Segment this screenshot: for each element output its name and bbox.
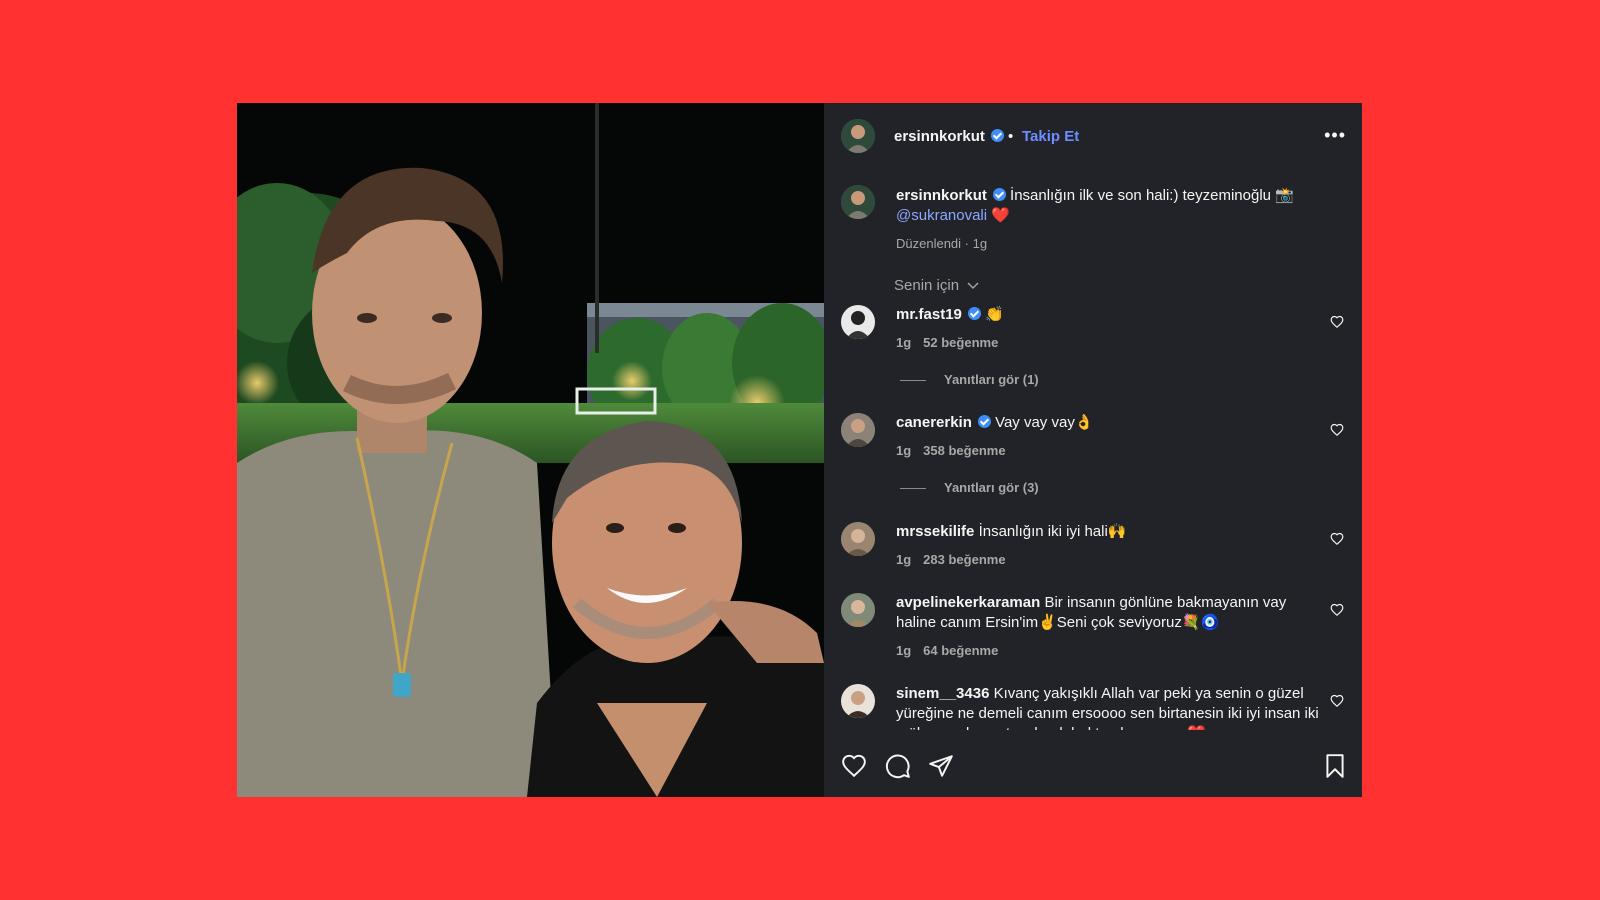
comment: sinem__3436 Kıvanç yakışıklı Allah var p… [896,684,1320,730]
comment-username[interactable]: sinem__3436 [896,685,989,702]
comment-age: 1g [896,443,912,458]
verified-icon [967,307,981,320]
author-username[interactable]: ersinnkorkut [894,128,1004,145]
caption-mention[interactable]: @sukranovali [896,207,987,224]
comment-likes[interactable]: 64 beğenme [923,643,998,658]
comment-icon[interactable] [885,753,911,779]
author-avatar[interactable] [841,119,875,153]
bookmark-icon[interactable] [1322,753,1348,779]
comment-text: 👏 [985,306,1004,323]
comment-meta: 1g 283 beğenme [896,552,1018,567]
verified-icon [992,188,1006,201]
heart-icon[interactable] [1330,315,1344,329]
commenter-avatar[interactable] [841,305,875,339]
comment: mrssekilife İnsanlığın iki iyi hali🙌 [896,522,1320,542]
comment-likes[interactable]: 358 beğenme [923,443,1005,458]
chevron-down-icon [967,282,979,289]
post-photo[interactable] [237,103,824,797]
comment-meta: 1g 358 beğenme [896,443,1018,458]
comment: mr.fast19 👏 [896,305,1320,325]
commenter-avatar[interactable] [841,413,875,447]
comment-age: 1g [896,552,912,567]
comment-likes[interactable]: 52 beğenme [923,335,998,350]
share-icon[interactable] [928,753,954,779]
comment-meta: 1g 64 beğenme [896,643,1010,658]
comment-username[interactable]: avpelinekerkaraman [896,594,1040,611]
heart-icon[interactable] [1330,423,1344,437]
commenter-avatar[interactable] [841,684,875,718]
comment-meta: 1g 52 beğenme [896,335,1010,350]
caption-text: İnsanlığın ilk ve son hali:) teyzeminoğl… [1010,187,1294,204]
heart-icon[interactable] [1330,694,1344,708]
edited-timestamp: Düzenlendi · 1g [896,236,988,251]
comments-panel: ersinnkorkut • Takip Et ••• ersinnkorkut… [824,103,1362,797]
separator-dot: • [1008,128,1014,145]
action-bar [824,739,1362,797]
commenter-avatar[interactable] [841,593,875,627]
verified-icon [990,129,1004,142]
heart-icon[interactable] [1330,532,1344,546]
comment-sort-dropdown[interactable]: Senin için [894,277,979,294]
comment-age: 1g [896,335,912,350]
comment: avpelinekerkaraman Bir insanın gönlüne b… [896,593,1320,633]
comment-username[interactable]: mrssekilife [896,523,974,540]
caption-avatar[interactable] [841,185,875,219]
comment-username[interactable]: canererkin [896,414,972,431]
caption-heart: ❤️ [991,207,1010,224]
view-replies-link[interactable]: Yanıtları gör (3) [900,480,1039,495]
verified-icon [977,415,991,428]
photo-illustration [237,103,824,797]
view-replies-link[interactable]: Yanıtları gör (1) [900,372,1039,387]
more-options-icon[interactable]: ••• [1324,125,1346,146]
commenter-avatar[interactable] [841,522,875,556]
comment-text: İnsanlığın iki iyi hali🙌 [978,523,1127,540]
instagram-post: ersinnkorkut • Takip Et ••• ersinnkorkut… [237,103,1362,797]
caption-username[interactable]: ersinnkorkut [896,187,987,204]
follow-button[interactable]: Takip Et [1022,128,1079,145]
sort-label: Senin için [894,277,960,294]
post-caption: ersinnkorkut İnsanlığın ilk ve son hali:… [896,186,1320,226]
comment-username[interactable]: mr.fast19 [896,306,962,323]
comment-likes[interactable]: 283 beğenme [923,552,1005,567]
heart-icon[interactable] [1330,603,1344,617]
comment-text: Vay vay vay👌 [995,414,1094,431]
heart-icon[interactable] [841,753,867,779]
comment-age: 1g [896,643,912,658]
comment: canererkin Vay vay vay👌 [896,413,1320,433]
